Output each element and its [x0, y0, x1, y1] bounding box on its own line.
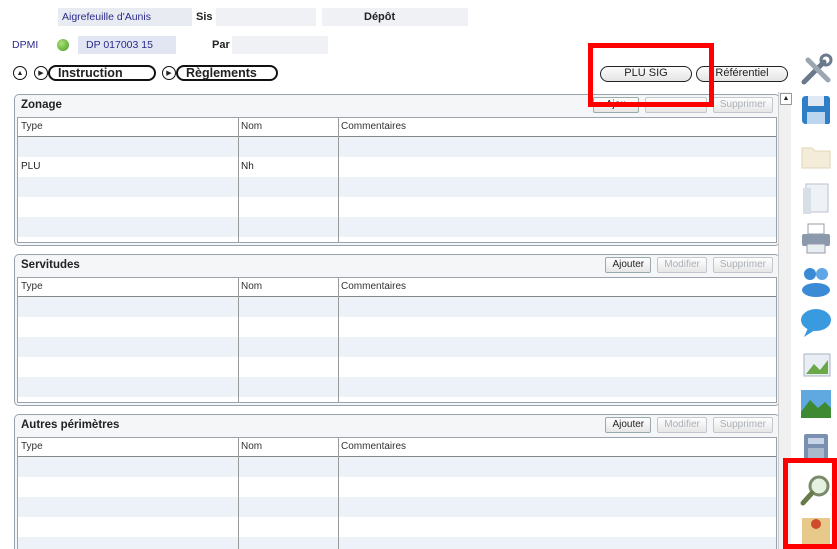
column-nom[interactable]: Nom [238, 278, 262, 296]
column-type[interactable]: Type [18, 278, 43, 296]
table-row[interactable] [18, 357, 776, 377]
par-label: Par [212, 39, 230, 51]
cell-type: PLU [21, 161, 41, 172]
sis-label: Sis [196, 11, 213, 23]
autres-perimetres-title: Autres périmètres [21, 419, 120, 431]
image-icon[interactable] [798, 346, 834, 382]
highlight-box-toolbar [783, 458, 837, 549]
autres-modify-button[interactable]: Modifier [657, 417, 707, 433]
servitudes-add-button[interactable]: Ajouter [605, 257, 652, 273]
table-row[interactable]: PLU Nh [18, 157, 776, 177]
autres-perimetres-panel: Autres périmètres Ajouter Modifier Suppr… [14, 414, 780, 549]
dossier-type: DPMI [12, 39, 39, 51]
table-row[interactable] [18, 197, 776, 217]
tab-instruction[interactable]: Instruction [48, 65, 156, 81]
table-row[interactable] [18, 177, 776, 197]
dossier-header: Aigrefeuille d'Aunis Sis Dépôt [0, 0, 837, 36]
servitudes-panel: Servitudes Ajouter Modifier Supprimer Ty… [14, 254, 780, 406]
column-commentaires[interactable]: Commentaires [338, 118, 406, 136]
document-icon[interactable] [798, 180, 834, 216]
users-icon[interactable] [798, 262, 834, 298]
zonage-title: Zonage [21, 99, 62, 111]
column-commentaires[interactable]: Commentaires [338, 438, 406, 456]
folder-icon[interactable] [798, 138, 834, 174]
tab-reglements[interactable]: Règlements [176, 65, 278, 81]
table-row[interactable] [18, 377, 776, 397]
column-type[interactable]: Type [18, 118, 43, 136]
table-header: Type Nom Commentaires [18, 438, 776, 457]
highlight-box-plu-sig [588, 43, 714, 107]
panels-container: Zonage Ajou Supprimer Type Nom Commentai… [8, 88, 782, 549]
table-row[interactable] [18, 457, 776, 477]
table-row[interactable] [18, 297, 776, 317]
cell-nom: Nh [241, 161, 254, 172]
autres-delete-button[interactable]: Supprimer [712, 417, 773, 433]
servitudes-modify-button[interactable]: Modifier [657, 257, 707, 273]
landscape-icon[interactable] [798, 386, 834, 422]
expand-right-icon[interactable]: ▶ [162, 66, 176, 80]
table-row[interactable] [18, 337, 776, 357]
par-field [232, 36, 328, 54]
dossier-number: DP 017003 15 [78, 36, 176, 54]
cell-type [18, 137, 21, 157]
chat-bubble-icon[interactable] [798, 304, 834, 340]
column-nom[interactable]: Nom [238, 438, 262, 456]
commune-name: Aigrefeuille d'Aunis [58, 8, 192, 26]
zonage-delete-button[interactable]: Supprimer [712, 97, 773, 113]
column-nom[interactable]: Nom [238, 118, 262, 136]
table-row[interactable] [18, 537, 776, 549]
sis-field [216, 8, 316, 26]
autres-add-button[interactable]: Ajouter [605, 417, 652, 433]
servitudes-table: Type Nom Commentaires [17, 277, 777, 403]
servitudes-delete-button[interactable]: Supprimer [712, 257, 773, 273]
table-row[interactable] [18, 137, 776, 157]
depot-label: Dépôt [364, 11, 396, 23]
print-icon[interactable] [798, 220, 834, 256]
zonage-table: Type Nom Commentaires PLU Nh [17, 117, 777, 243]
table-row[interactable] [18, 517, 776, 537]
zonage-panel: Zonage Ajou Supprimer Type Nom Commentai… [14, 94, 780, 246]
servitudes-title: Servitudes [21, 259, 80, 271]
scroll-up-icon[interactable]: ▲ [780, 93, 792, 105]
table-row[interactable] [18, 477, 776, 497]
table-row[interactable] [18, 217, 776, 237]
table-row[interactable] [18, 497, 776, 517]
autres-perimetres-table: Type Nom Commentaires [17, 437, 777, 549]
expand-right-icon[interactable]: ▶ [34, 66, 48, 80]
column-type[interactable]: Type [18, 438, 43, 456]
table-row[interactable] [18, 317, 776, 337]
save-icon[interactable] [798, 92, 834, 128]
table-header: Type Nom Commentaires [18, 278, 776, 297]
collapse-up-icon[interactable]: ▲ [13, 66, 27, 80]
column-commentaires[interactable]: Commentaires [338, 278, 406, 296]
tools-icon[interactable] [798, 52, 834, 88]
status-indicator [57, 39, 69, 51]
table-header: Type Nom Commentaires [18, 118, 776, 137]
